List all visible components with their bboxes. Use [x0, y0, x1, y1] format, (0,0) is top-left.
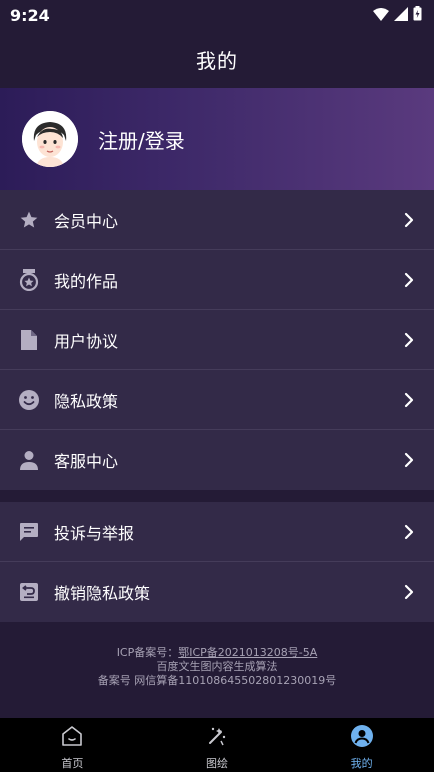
- status-time: 9:24: [10, 5, 50, 25]
- profile-banner[interactable]: 注册/登录: [0, 88, 434, 190]
- tab-mine[interactable]: 我的: [289, 718, 434, 772]
- status-icons: [373, 5, 422, 25]
- magic-wand-icon: [205, 724, 229, 752]
- signal-icon: [394, 6, 408, 25]
- profile-icon: [350, 724, 374, 752]
- avatar-face-icon: [22, 111, 78, 167]
- menu-label: 会员中心: [54, 211, 119, 231]
- algorithm-record-number: 备案号 网信算备110108645502801230019号: [97, 674, 337, 687]
- chevron-right-icon: [402, 584, 416, 600]
- smiley-icon: [18, 389, 40, 411]
- home-icon: [60, 724, 84, 752]
- tab-label: 图绘: [206, 757, 228, 770]
- avatar[interactable]: [22, 111, 78, 167]
- menu-item-my-works[interactable]: 我的作品: [0, 250, 434, 310]
- wifi-icon: [373, 6, 389, 25]
- chat-icon: [18, 521, 40, 543]
- algorithm-name: 百度文生图内容生成算法: [156, 660, 278, 673]
- badge-icon: [18, 268, 40, 291]
- icp-prefix: ICP备案号：: [116, 646, 179, 659]
- icp-row: ICP备案号：鄂ICP备2021013208号-5A: [117, 646, 318, 660]
- revoke-icon: [18, 581, 40, 603]
- chevron-right-icon: [402, 452, 416, 468]
- chevron-right-icon: [402, 524, 416, 540]
- page-title: 我的: [196, 48, 238, 73]
- battery-icon: [413, 5, 422, 25]
- menu-group-secondary: 投诉与举报 撤销隐私政策: [0, 502, 434, 622]
- menu-item-privacy-policy[interactable]: 隐私政策: [0, 370, 434, 430]
- tab-draw[interactable]: 图绘: [145, 718, 290, 772]
- chevron-right-icon: [402, 272, 416, 288]
- title-bar: 我的: [0, 30, 434, 88]
- menu-label: 隐私政策: [54, 391, 119, 411]
- menu-label: 投诉与举报: [54, 523, 135, 543]
- tab-label: 首页: [61, 757, 84, 770]
- menu-group-main: 会员中心 我的作品 用户协议 隐私政策 客服中心: [0, 190, 434, 490]
- tab-home[interactable]: 首页: [0, 718, 145, 772]
- person-icon: [18, 449, 40, 471]
- menu-label: 用户协议: [54, 331, 119, 351]
- menu-item-revoke-privacy[interactable]: 撤销隐私政策: [0, 562, 434, 622]
- chevron-right-icon: [402, 332, 416, 348]
- menu-item-user-agreement[interactable]: 用户协议: [0, 310, 434, 370]
- menu-item-customer-service[interactable]: 客服中心: [0, 430, 434, 490]
- icp-link[interactable]: 鄂ICP备2021013208号-5A: [178, 646, 317, 659]
- bottom-tab-bar: 首页 图绘 我的: [0, 718, 434, 772]
- footer-info: ICP备案号：鄂ICP备2021013208号-5A 百度文生图内容生成算法 备…: [0, 622, 434, 718]
- chevron-right-icon: [402, 212, 416, 228]
- tab-label: 我的: [350, 757, 373, 770]
- menu-label: 撤销隐私政策: [54, 584, 151, 603]
- document-icon: [18, 329, 40, 351]
- menu-item-report[interactable]: 投诉与举报: [0, 502, 434, 562]
- chevron-right-icon: [402, 392, 416, 408]
- status-bar: 9:24: [0, 0, 434, 30]
- menu-label: 客服中心: [54, 452, 119, 471]
- star-icon: [18, 209, 40, 231]
- menu-item-membership[interactable]: 会员中心: [0, 190, 434, 250]
- login-register-link[interactable]: 注册/登录: [98, 125, 185, 154]
- menu-label: 我的作品: [54, 271, 119, 291]
